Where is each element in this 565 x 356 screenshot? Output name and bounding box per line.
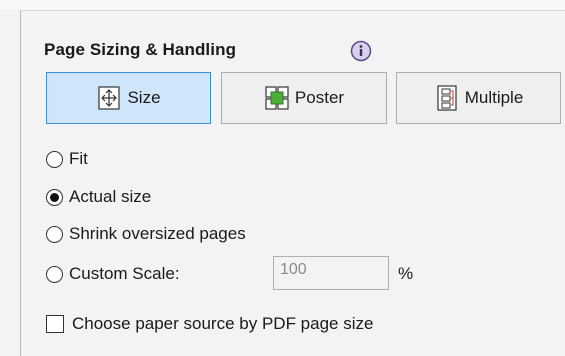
radio-button[interactable] <box>46 265 63 283</box>
poster-button-label: Poster <box>294 88 345 107</box>
radio-label-custom-scale: Custom Scale: <box>69 264 180 283</box>
section-title: Page Sizing & Handling <box>44 40 237 59</box>
multiple-button-label: Multiple <box>464 88 524 107</box>
top-strip <box>0 0 565 10</box>
paper-source-option[interactable]: Choose paper source by PDF page size <box>46 312 373 336</box>
percent-label: % <box>398 264 414 283</box>
paper-source-checkbox[interactable] <box>46 315 64 333</box>
radio-fit[interactable]: Fit <box>46 147 88 171</box>
info-icon[interactable] <box>350 40 372 62</box>
size-icon <box>98 86 121 110</box>
radio-button[interactable] <box>46 225 63 243</box>
size-button[interactable]: Size <box>46 72 211 124</box>
radio-shrink-oversized[interactable]: Shrink oversized pages <box>46 222 246 246</box>
poster-icon <box>265 86 289 110</box>
radio-button-selected[interactable] <box>46 188 63 206</box>
radio-custom-scale[interactable]: Custom Scale: <box>46 262 180 286</box>
radio-button[interactable] <box>46 150 63 168</box>
radio-label-actual-size: Actual size <box>69 187 152 206</box>
radio-label-fit: Fit <box>69 149 88 168</box>
paper-source-label: Choose paper source by PDF page size <box>72 314 374 333</box>
size-button-label: Size <box>127 88 161 107</box>
multiple-pages-icon <box>437 85 457 111</box>
poster-button[interactable]: Poster <box>221 72 387 124</box>
panel-border <box>20 10 565 356</box>
radio-actual-size[interactable]: Actual size <box>46 185 151 209</box>
radio-label-shrink: Shrink oversized pages <box>69 224 246 243</box>
custom-scale-input[interactable]: 100 <box>273 256 389 290</box>
multiple-button[interactable]: Multiple <box>396 72 561 124</box>
